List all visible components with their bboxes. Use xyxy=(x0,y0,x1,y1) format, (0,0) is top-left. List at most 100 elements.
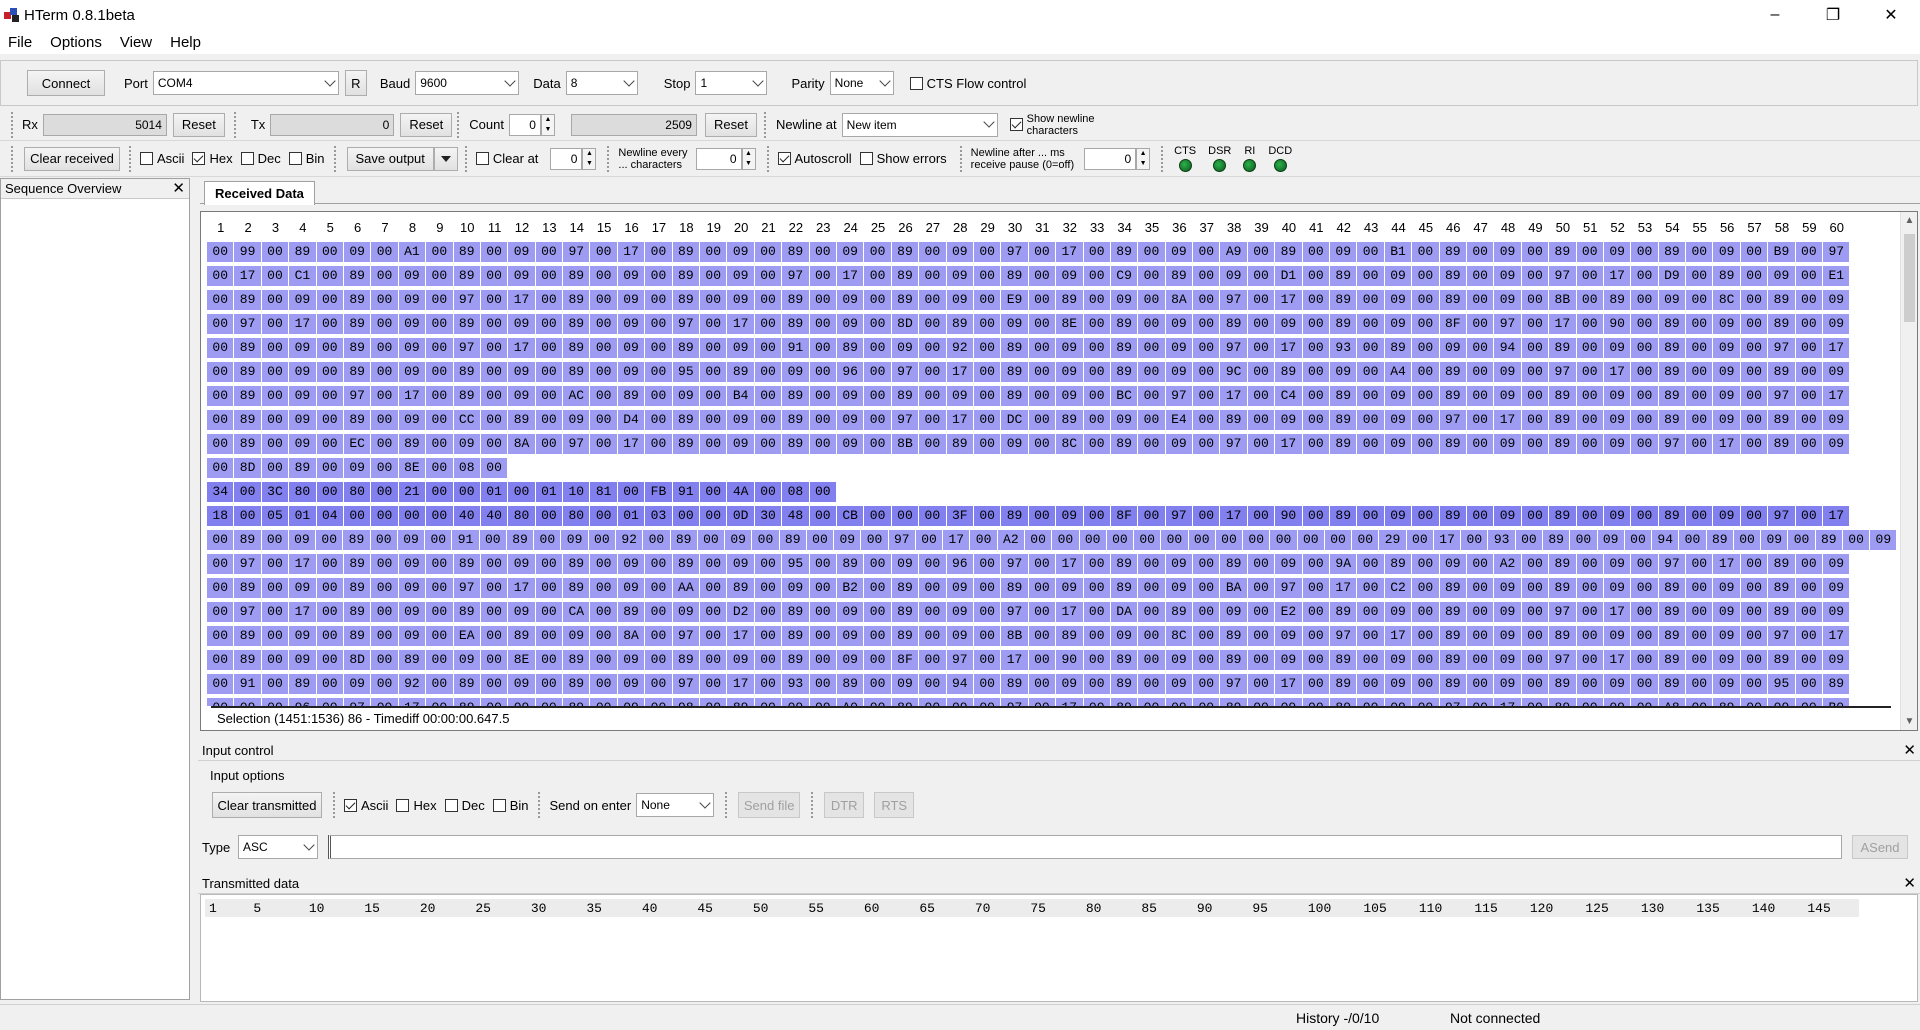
hex-byte[interactable]: 8E xyxy=(508,650,536,670)
hex-byte[interactable]: 00 xyxy=(1740,386,1769,406)
hex-byte[interactable]: 00 xyxy=(207,554,235,574)
hex-byte[interactable]: 09 xyxy=(1494,506,1522,526)
hex-byte[interactable]: 00 xyxy=(1631,578,1659,598)
hex-byte[interactable]: 00 xyxy=(1795,554,1824,574)
hex-byte[interactable]: 00 xyxy=(864,602,892,622)
hex-byte[interactable]: 09 xyxy=(1165,578,1194,598)
hex-byte[interactable]: 09 xyxy=(1713,362,1741,382)
hex-byte[interactable]: 89 xyxy=(1330,698,1358,706)
hex-byte[interactable]: 3C xyxy=(261,482,290,502)
hex-byte[interactable]: 00 xyxy=(1357,506,1385,526)
hex-byte[interactable]: 89 xyxy=(782,386,810,406)
hex-row[interactable]: 0009009600970017008900090089000900980089… xyxy=(207,696,1897,706)
hex-byte[interactable]: 17 xyxy=(1330,578,1358,598)
hex-byte[interactable]: 00 xyxy=(1740,266,1769,286)
hex-byte[interactable]: 89 xyxy=(1706,530,1734,550)
hex-byte[interactable]: 89 xyxy=(779,530,807,550)
hex-byte[interactable]: 00 xyxy=(371,362,399,382)
hex-byte[interactable]: 00 xyxy=(1412,554,1440,574)
hex-byte[interactable]: 97 xyxy=(453,338,481,358)
hex-byte[interactable]: 09 xyxy=(946,242,974,262)
hex-byte[interactable]: 00 xyxy=(864,554,892,574)
newline-after-spinner[interactable]: ▲ ▼ xyxy=(1136,147,1151,170)
hex-byte[interactable]: 00 xyxy=(426,314,454,334)
hex-byte[interactable]: 00 xyxy=(645,698,673,706)
hex-byte[interactable]: 00 xyxy=(1686,554,1714,574)
menu-file[interactable]: File xyxy=(8,34,32,51)
hex-byte[interactable]: 89 xyxy=(1001,266,1029,286)
hex-row[interactable]: 00 89 00 09 00 89 00 09 00 89 00 09 00 89 00 09 00 95 00 89… xyxy=(207,360,1897,384)
hex-byte[interactable]: 00 xyxy=(1138,506,1166,526)
hex-byte[interactable]: 00 xyxy=(1795,290,1824,310)
hex-byte[interactable]: 00 xyxy=(1193,602,1221,622)
hex-byte[interactable]: 97 xyxy=(1549,266,1577,286)
hex-byte[interactable]: 00 xyxy=(1193,554,1221,574)
hex-byte[interactable]: 00 xyxy=(919,506,947,526)
count-spinner[interactable]: ▲ ▼ xyxy=(540,113,555,136)
hex-byte[interactable]: 00 xyxy=(234,482,262,502)
hex-byte[interactable]: 89 xyxy=(1220,650,1248,670)
hex-byte[interactable]: 09 xyxy=(1603,698,1632,706)
hex-byte[interactable]: 00 xyxy=(426,650,454,670)
hex-byte[interactable]: 89 xyxy=(234,626,262,646)
hex-byte[interactable]: 00 xyxy=(1788,530,1816,550)
hex-byte[interactable]: 00 xyxy=(261,530,289,550)
hex-byte[interactable]: 09 xyxy=(782,698,810,706)
hex-byte[interactable]: 8E xyxy=(1056,314,1084,334)
hex-byte[interactable]: 89 xyxy=(1658,674,1687,694)
hex-byte[interactable]: 89 xyxy=(1543,530,1571,550)
hex-byte[interactable]: 00 xyxy=(207,290,235,310)
hex-byte[interactable]: 00 xyxy=(590,554,618,574)
hex-byte[interactable]: 09 xyxy=(727,290,755,310)
hex-byte[interactable]: 94 xyxy=(1494,338,1522,358)
hex-byte[interactable]: 09 xyxy=(727,554,755,574)
hex-byte[interactable]: 09 xyxy=(1494,602,1522,622)
hex-byte[interactable]: 17 xyxy=(1549,314,1577,334)
hex-byte[interactable]: 00 xyxy=(754,578,783,598)
hex-row[interactable]: 00 89 00 09 00 89 00 09 00 97 00 17 00 89 00 09 00 AA 00 89… xyxy=(207,576,1897,600)
hex-byte[interactable]: 00 xyxy=(1161,530,1189,550)
hex-byte[interactable]: 09 xyxy=(1823,290,1851,310)
hex-byte[interactable]: 89 xyxy=(1658,506,1687,526)
hex-byte[interactable]: 00 xyxy=(1740,650,1769,670)
show-newline-checkbox[interactable]: Show newline characters xyxy=(1009,113,1095,137)
close-icon[interactable]: ✕ xyxy=(1903,876,1916,891)
hex-byte[interactable]: DC xyxy=(1001,410,1029,430)
scroll-thumb[interactable] xyxy=(1904,234,1915,322)
hex-byte[interactable]: 89 xyxy=(672,338,701,358)
hex-byte[interactable]: 09 xyxy=(1494,674,1522,694)
hex-byte[interactable]: 00 xyxy=(207,626,235,646)
hex-byte[interactable]: 17 xyxy=(1220,386,1248,406)
hex-byte[interactable]: 94 xyxy=(946,674,974,694)
hex-row[interactable]: 00 91 00 89 00 09 00 92 00 89 00 09 00 89 00 09 00 97 00 17… xyxy=(207,672,1897,696)
hex-byte[interactable]: 00 xyxy=(919,266,947,286)
hex-byte[interactable]: 8D xyxy=(234,458,262,478)
hex-byte[interactable]: 01 xyxy=(617,506,646,526)
hex-byte[interactable]: 09 xyxy=(672,602,701,622)
hex-byte[interactable]: 00 xyxy=(1193,578,1221,598)
hex-byte[interactable]: 89 xyxy=(672,290,701,310)
hex-byte[interactable]: 00 xyxy=(809,290,837,310)
hex-byte[interactable]: 09 xyxy=(1603,554,1632,574)
hex-byte[interactable]: CC xyxy=(453,410,481,430)
hex-byte[interactable]: 00 xyxy=(1083,290,1111,310)
hex-byte[interactable]: 00 xyxy=(1357,626,1385,646)
hex-byte[interactable]: 09 xyxy=(1603,386,1632,406)
hex-byte[interactable]: 89 xyxy=(1439,434,1467,454)
hex-byte[interactable]: 89 xyxy=(1439,602,1467,622)
hex-byte[interactable]: 00 xyxy=(480,578,509,598)
hex-byte[interactable]: 09 xyxy=(398,626,427,646)
input-bin-checkbox[interactable]: Bin xyxy=(492,798,529,813)
hex-byte[interactable]: 09 xyxy=(1165,434,1194,454)
hex-byte[interactable]: 00 xyxy=(1028,650,1057,670)
hex-byte[interactable]: 09 xyxy=(1384,314,1413,334)
hex-byte[interactable]: 09 xyxy=(1056,578,1084,598)
hex-byte[interactable]: 00 xyxy=(1412,290,1440,310)
hex-byte[interactable]: 89 xyxy=(782,602,810,622)
hex-byte[interactable]: 09 xyxy=(1713,506,1741,526)
hex-byte[interactable]: 09 xyxy=(1713,410,1741,430)
hex-byte[interactable]: 94 xyxy=(1652,530,1680,550)
hex-byte[interactable]: 00 xyxy=(809,698,837,706)
hex-byte[interactable]: 09 xyxy=(1220,602,1248,622)
hex-byte[interactable]: 00 xyxy=(1243,530,1271,550)
